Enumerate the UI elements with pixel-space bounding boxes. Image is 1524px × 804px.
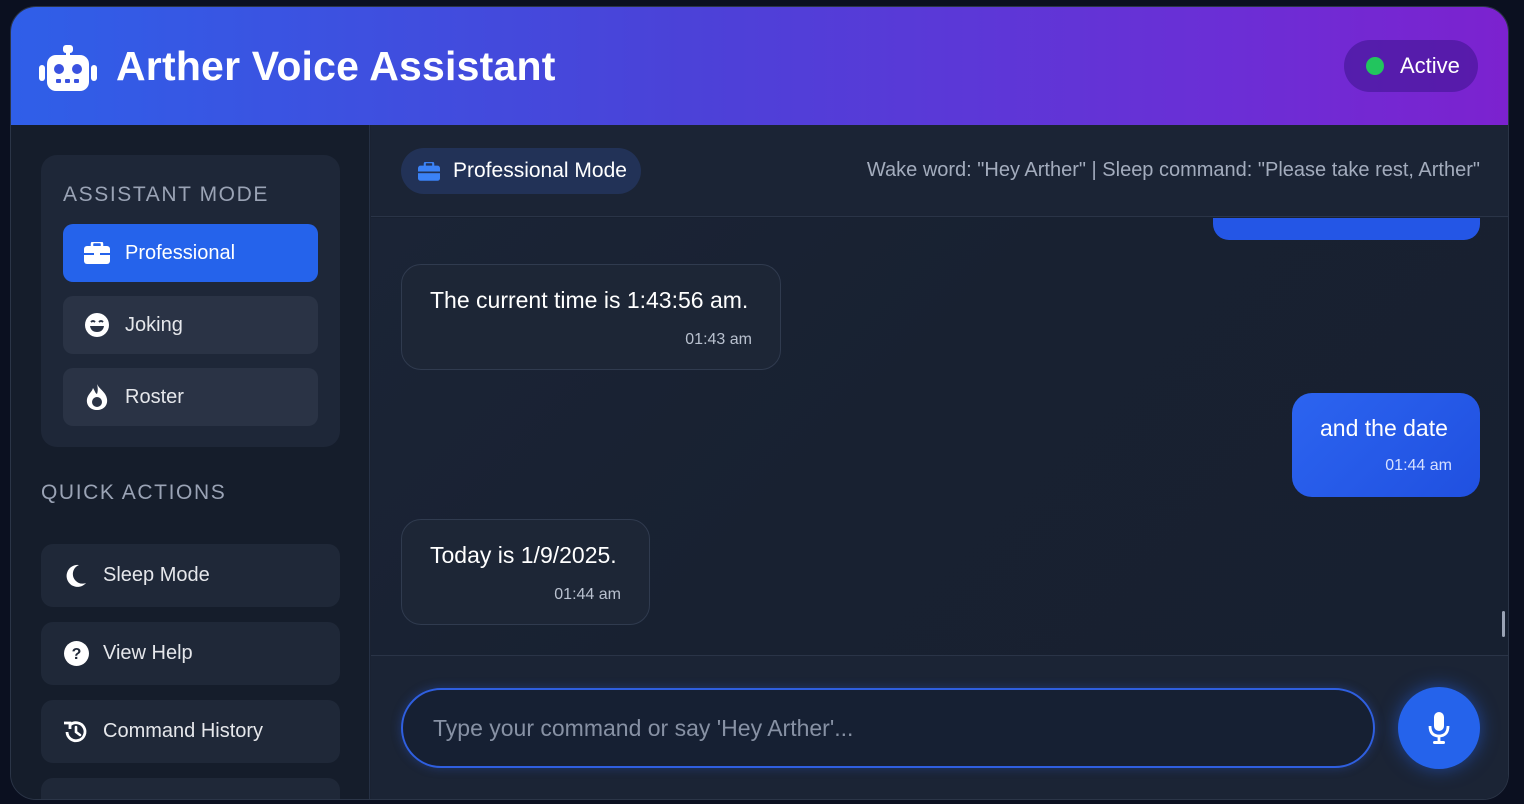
laugh-icon (83, 311, 111, 339)
message-text: and the date (1320, 415, 1448, 441)
assistant-message-bubble: The current time is 1:43:56 am. 01:43 am (401, 264, 781, 370)
header: Arther Voice Assistant Active (11, 7, 1508, 125)
command-input[interactable] (401, 688, 1375, 768)
command-history-button[interactable]: Command History (41, 700, 340, 763)
view-help-button[interactable]: ? View Help (41, 622, 340, 685)
sleep-mode-button[interactable]: Sleep Mode (41, 544, 340, 607)
briefcase-icon (417, 159, 441, 183)
moon-icon (63, 563, 89, 589)
scrollbar-thumb[interactable] (1502, 611, 1505, 637)
fire-icon (83, 383, 111, 411)
chat-area: Professional Mode Wake word: "Hey Arther… (371, 125, 1508, 799)
message-time: 01:44 am (554, 586, 621, 603)
user-message-bubble: and the date 01:44 am (1292, 393, 1480, 497)
quick-action-label: Command History (103, 720, 264, 742)
app-window: Arther Voice Assistant Active ASSISTANT … (10, 6, 1509, 800)
current-mode-label: Professional Mode (453, 159, 627, 182)
mode-professional-button[interactable]: Professional (63, 224, 318, 282)
user-message-bubble (1213, 218, 1480, 240)
message-text: The current time is 1:43:56 am. (430, 287, 749, 313)
message-time: 01:43 am (685, 331, 752, 348)
robot-icon (39, 45, 97, 91)
current-mode-badge: Professional Mode (401, 148, 641, 194)
quick-action-label: Sleep Mode (103, 564, 210, 586)
svg-text:?: ? (71, 646, 81, 663)
wake-word-hint: Wake word: "Hey Arther" | Sleep command:… (866, 159, 1480, 181)
briefcase-icon (83, 239, 111, 267)
input-bar (371, 655, 1508, 799)
assistant-mode-title: ASSISTANT MODE (63, 183, 269, 206)
status-dot-icon (1366, 57, 1384, 75)
assistant-mode-panel: ASSISTANT MODE Professional Joking Roste… (41, 155, 340, 447)
quick-action-label: View Help (103, 642, 193, 664)
settings-button[interactable] (41, 778, 340, 799)
status-badge: Active (1344, 40, 1478, 92)
chat-topbar: Professional Mode Wake word: "Hey Arther… (371, 125, 1508, 217)
message-text: Today is 1/9/2025. (430, 542, 617, 568)
microphone-button[interactable] (1398, 687, 1480, 769)
assistant-message-bubble: Today is 1/9/2025. 01:44 am (401, 519, 650, 625)
mode-joking-button[interactable]: Joking (63, 296, 318, 354)
quick-actions-title: QUICK ACTIONS (41, 481, 227, 504)
mode-label: Roster (125, 385, 184, 408)
mode-label: Professional (125, 241, 236, 264)
question-circle-icon: ? (63, 641, 89, 667)
history-icon (63, 719, 89, 745)
mode-label: Joking (125, 313, 183, 336)
status-text: Active (1400, 53, 1460, 78)
message-time: 01:44 am (1385, 457, 1452, 474)
app-title: Arther Voice Assistant (116, 43, 556, 89)
microphone-icon (1428, 712, 1450, 744)
message-list[interactable]: The current time is 1:43:56 am. 01:43 am… (371, 218, 1508, 655)
sidebar: ASSISTANT MODE Professional Joking Roste… (11, 125, 370, 799)
mode-roster-button[interactable]: Roster (63, 368, 318, 426)
